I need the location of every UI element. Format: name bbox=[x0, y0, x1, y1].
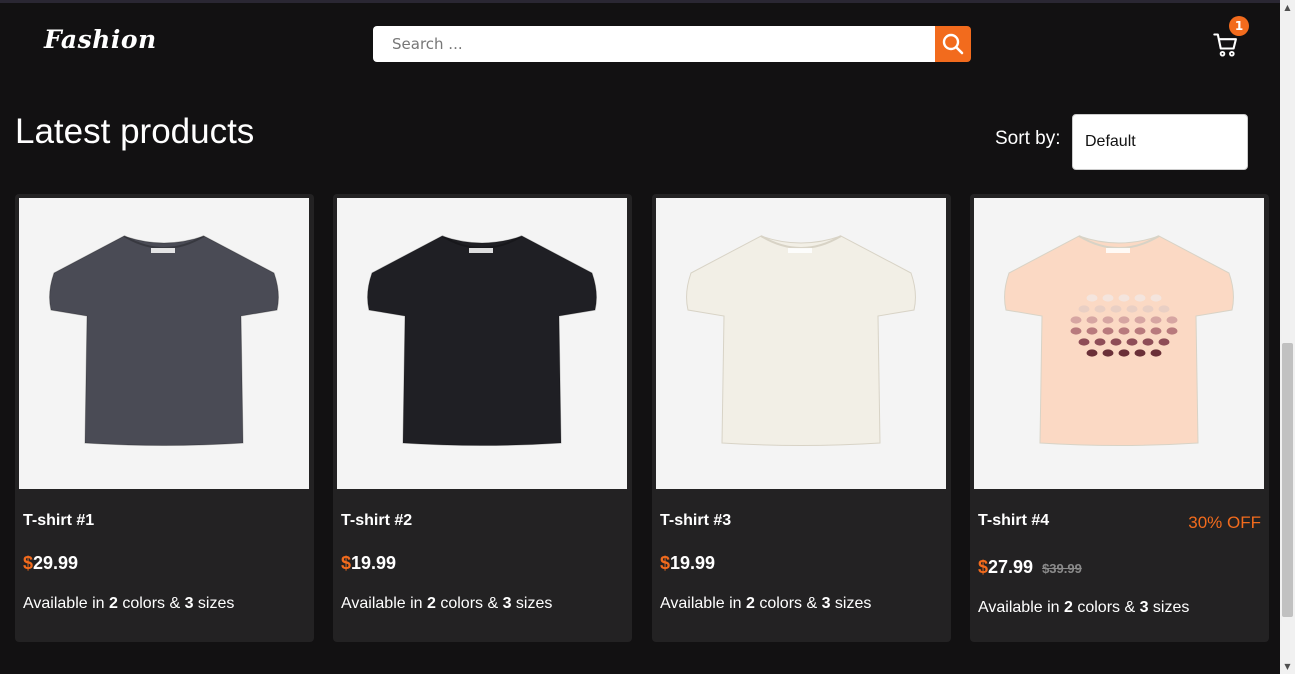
logo[interactable]: Fashion bbox=[44, 25, 157, 54]
avail-mid: colors & bbox=[754, 595, 822, 612]
product-name[interactable]: T-shirt #3 bbox=[660, 512, 731, 530]
old-price: $39.99 bbox=[1042, 561, 1082, 576]
availability-text: Available in 2 colors & 3 sizes bbox=[341, 595, 552, 613]
color-count: 2 bbox=[108, 595, 118, 612]
product-price: $ 19.99 bbox=[660, 553, 715, 574]
product-name[interactable]: T-shirt #2 bbox=[341, 512, 412, 530]
color-count: 2 bbox=[1063, 599, 1073, 616]
header: Fashion 1 bbox=[0, 3, 1280, 83]
price-value: 19.99 bbox=[351, 553, 397, 573]
scroll-up-arrow-icon[interactable]: ▲ bbox=[1280, 0, 1295, 15]
product-price: $ 29.99 bbox=[23, 553, 78, 574]
currency-symbol: $ bbox=[660, 553, 671, 573]
price-value: 19.99 bbox=[670, 553, 716, 573]
product-price: $ 19.99 bbox=[341, 553, 396, 574]
avail-mid: colors & bbox=[117, 595, 185, 612]
scrollbar[interactable]: ▲ ▼ bbox=[1280, 0, 1295, 674]
color-count: 2 bbox=[426, 595, 436, 612]
price-value: 29.99 bbox=[33, 553, 79, 573]
currency-symbol: $ bbox=[341, 553, 352, 573]
avail-suffix: sizes bbox=[830, 595, 872, 612]
sort-label: Sort by: bbox=[995, 128, 1061, 149]
search-icon bbox=[942, 33, 964, 55]
product-image[interactable] bbox=[656, 198, 946, 489]
page-title: Latest products bbox=[15, 112, 255, 151]
avail-mid: colors & bbox=[1072, 599, 1140, 616]
search-button[interactable] bbox=[935, 26, 971, 62]
currency-symbol: $ bbox=[23, 553, 34, 573]
avail-suffix: sizes bbox=[193, 595, 235, 612]
product-image[interactable] bbox=[19, 198, 309, 489]
product-name[interactable]: T-shirt #4 bbox=[978, 512, 1049, 530]
product-card[interactable]: T-shirt #1 $ 29.99 Available in 2 colors… bbox=[15, 194, 314, 642]
product-name[interactable]: T-shirt #1 bbox=[23, 512, 94, 530]
scroll-down-arrow-icon[interactable]: ▼ bbox=[1280, 659, 1295, 674]
avail-prefix: Available in bbox=[341, 595, 427, 612]
cart-button[interactable]: 1 bbox=[1210, 16, 1249, 62]
avail-prefix: Available in bbox=[978, 599, 1064, 616]
discount-badge: 30% OFF bbox=[1188, 513, 1261, 532]
cart-count-badge: 1 bbox=[1229, 16, 1249, 36]
sort-select[interactable]: Default bbox=[1072, 114, 1248, 170]
product-image[interactable] bbox=[974, 198, 1264, 489]
availability-text: Available in 2 colors & 3 sizes bbox=[23, 595, 234, 613]
avail-suffix: sizes bbox=[511, 595, 553, 612]
search-input[interactable] bbox=[373, 26, 935, 62]
availability-text: Available in 2 colors & 3 sizes bbox=[660, 595, 871, 613]
avail-prefix: Available in bbox=[660, 595, 746, 612]
currency-symbol: $ bbox=[978, 557, 989, 577]
product-card[interactable]: T-shirt #3 $ 19.99 Available in 2 colors… bbox=[652, 194, 951, 642]
product-image[interactable] bbox=[337, 198, 627, 489]
availability-text: Available in 2 colors & 3 sizes bbox=[978, 599, 1189, 617]
avail-mid: colors & bbox=[435, 595, 503, 612]
product-price: $ 27.99 $39.99 bbox=[978, 557, 1082, 578]
scroll-thumb[interactable] bbox=[1282, 343, 1293, 617]
color-count: 2 bbox=[745, 595, 755, 612]
product-card[interactable]: T-shirt #4 30% OFF $ 27.99 $39.99 Availa… bbox=[970, 194, 1269, 642]
price-value: 27.99 bbox=[988, 557, 1034, 577]
sort-select-value: Default bbox=[1085, 133, 1136, 150]
avail-suffix: sizes bbox=[1148, 599, 1190, 616]
avail-prefix: Available in bbox=[23, 595, 109, 612]
search-bar bbox=[373, 26, 971, 62]
product-card[interactable]: T-shirt #2 $ 19.99 Available in 2 colors… bbox=[333, 194, 632, 642]
